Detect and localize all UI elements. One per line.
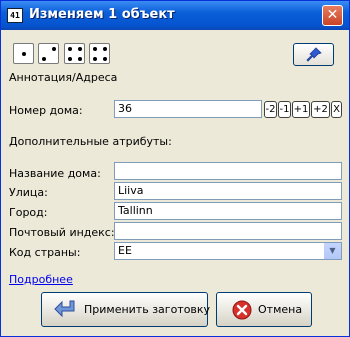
apply-arrow-icon (54, 300, 75, 318)
closed-way-type-icon (64, 43, 85, 64)
close-button[interactable]: ✕ (322, 5, 343, 26)
close-icon: ✕ (326, 7, 339, 23)
city-input[interactable]: Tallinn (114, 202, 342, 220)
clear-button[interactable]: X (331, 101, 342, 118)
country-code-label: Код страны: (9, 246, 81, 259)
cancel-button[interactable]: Отмена (216, 292, 312, 327)
postcode-input[interactable] (114, 222, 342, 240)
house-number-input[interactable]: 36 (114, 100, 262, 118)
increment-1-button[interactable]: +1 (292, 101, 310, 118)
way-type-icon (38, 43, 59, 64)
country-code-value: EE (118, 244, 132, 257)
cancel-icon (232, 300, 252, 320)
street-input[interactable]: Liiva (114, 182, 342, 200)
relation-type-icon (89, 43, 110, 64)
node-type-icon (13, 43, 34, 64)
pin-icon (306, 47, 322, 62)
title-bar[interactable]: 41 Изменяем 1 объект ✕ (1, 1, 349, 30)
pin-preset-button[interactable] (293, 43, 334, 66)
apply-label: Применить заготовку (84, 303, 211, 316)
extra-attributes-label: Дополнительные атрибуты: (9, 135, 172, 148)
window-title: Изменяем 1 объект (29, 7, 175, 22)
house-number-label: Номер дома: (9, 104, 83, 117)
country-code-select[interactable]: EE ▼ (114, 242, 342, 260)
chevron-down-icon[interactable]: ▼ (323, 243, 341, 259)
street-label: Улица: (9, 186, 48, 199)
increment-2-button[interactable]: +2 (311, 101, 330, 118)
apply-preset-button[interactable]: Применить заготовку (41, 292, 211, 327)
city-label: Город: (9, 206, 48, 219)
decrement-1-button[interactable]: -1 (278, 101, 291, 118)
house-name-label: Название дома: (9, 167, 101, 180)
app-icon: 41 (7, 8, 23, 23)
decrement-2-button[interactable]: -2 (264, 101, 277, 118)
cancel-label: Отмена (258, 303, 303, 316)
postcode-label: Почтовый индекс: (9, 226, 115, 239)
dialog-window: 41 Изменяем 1 объект ✕ Аннотация/Адреса … (0, 0, 350, 337)
more-details-link[interactable]: Подробнее (9, 273, 73, 286)
preset-category: Аннотация/Адреса (9, 71, 118, 84)
house-name-input[interactable] (114, 162, 342, 180)
